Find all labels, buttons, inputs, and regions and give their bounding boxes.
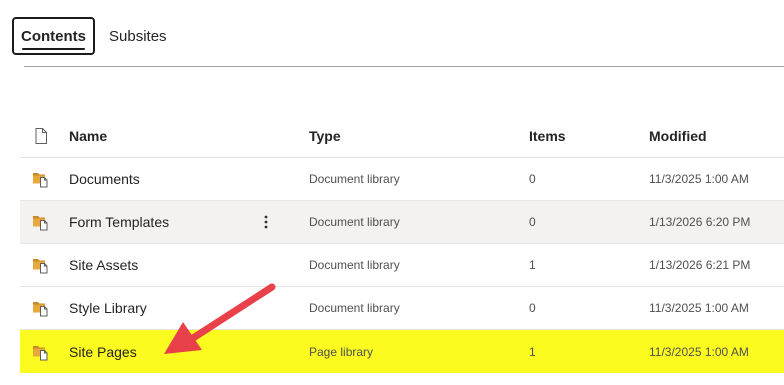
file-icon[interactable] bbox=[32, 127, 50, 145]
row-items: 1 bbox=[529, 258, 536, 272]
row-modified: 1/13/2026 6:20 PM bbox=[649, 215, 751, 229]
more-vertical-icon[interactable] bbox=[256, 208, 276, 236]
row-type: Page library bbox=[309, 344, 374, 359]
column-header-name[interactable]: Name bbox=[69, 128, 107, 144]
row-name-link[interactable]: Site Assets bbox=[69, 257, 138, 273]
tab-subsites[interactable]: Subsites bbox=[101, 17, 175, 55]
column-header-items[interactable]: Items bbox=[529, 128, 566, 144]
row-type: Document library bbox=[309, 301, 400, 315]
tab-subsites-label: Subsites bbox=[109, 27, 167, 45]
table-row-highlighted[interactable]: Site Pages Page library 1 11/3/2025 1:00… bbox=[20, 330, 784, 373]
table-row[interactable]: Site Assets Document library 1 1/13/2026… bbox=[20, 244, 784, 287]
library-icon bbox=[32, 343, 50, 361]
row-modified: 1/13/2026 6:21 PM bbox=[649, 258, 751, 272]
row-modified: 11/3/2025 1:00 AM bbox=[649, 301, 749, 315]
table-header-row: Name Type Items Modified bbox=[20, 114, 784, 158]
tab-divider bbox=[24, 66, 784, 67]
table-row[interactable]: Documents Document library 0 11/3/2025 1… bbox=[20, 158, 784, 201]
tab-bar: Contents Subsites bbox=[12, 16, 175, 56]
row-modified: 11/3/2025 1:00 AM bbox=[649, 344, 749, 359]
library-icon bbox=[32, 213, 50, 231]
tab-contents-label: Contents bbox=[21, 27, 86, 45]
row-type: Document library bbox=[309, 172, 400, 186]
column-header-type[interactable]: Type bbox=[309, 128, 341, 144]
column-header-modified[interactable]: Modified bbox=[649, 128, 707, 144]
row-items: 0 bbox=[529, 172, 536, 186]
row-name-link[interactable]: Documents bbox=[69, 171, 140, 187]
library-icon bbox=[32, 299, 50, 317]
row-name-link[interactable]: Style Library bbox=[69, 300, 147, 316]
row-items: 0 bbox=[529, 301, 536, 315]
row-items: 0 bbox=[529, 215, 536, 229]
row-items: 1 bbox=[529, 344, 536, 359]
library-icon bbox=[32, 256, 50, 274]
row-type: Document library bbox=[309, 215, 400, 229]
row-type: Document library bbox=[309, 258, 400, 272]
table-row[interactable]: Style Library Document library 0 11/3/20… bbox=[20, 287, 784, 330]
row-name-link[interactable]: Site Pages bbox=[69, 344, 137, 360]
table-row[interactable]: Form Templates Document library 0 1/13/2… bbox=[20, 201, 784, 244]
row-name-link[interactable]: Form Templates bbox=[69, 214, 169, 230]
contents-table: Name Type Items Modified Documents Docum… bbox=[20, 114, 784, 373]
tab-contents[interactable]: Contents bbox=[12, 17, 95, 55]
library-icon bbox=[32, 170, 50, 188]
row-modified: 11/3/2025 1:00 AM bbox=[649, 172, 749, 186]
